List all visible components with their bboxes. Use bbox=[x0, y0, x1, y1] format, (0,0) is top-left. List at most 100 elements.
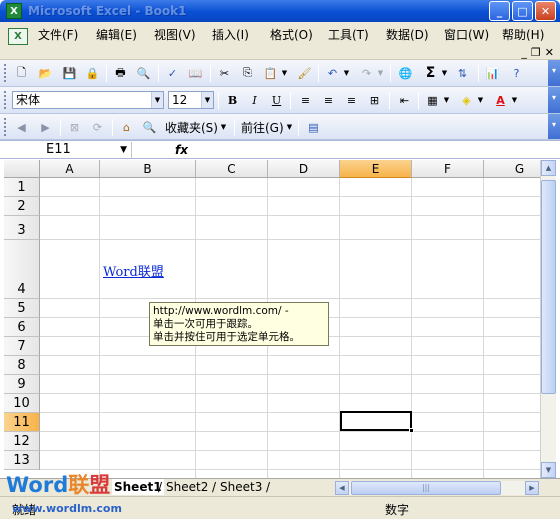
column-header-b[interactable]: B bbox=[100, 160, 196, 178]
permission-icon[interactable]: 🔒 bbox=[84, 65, 101, 81]
redo-dropdown-icon[interactable]: ▼ bbox=[376, 65, 385, 81]
save-icon[interactable]: 💾 bbox=[61, 65, 78, 81]
row-header-7[interactable]: 7 bbox=[4, 337, 40, 356]
merge-center-icon[interactable]: ⊞ bbox=[366, 92, 383, 108]
search-web-icon[interactable]: 🔍 bbox=[141, 119, 158, 135]
doc-close-button[interactable]: ✕ bbox=[545, 46, 554, 59]
column-header-f[interactable]: F bbox=[412, 160, 484, 178]
menu-help[interactable]: 帮助(H) bbox=[502, 26, 544, 43]
sort-ascending-icon[interactable]: ⇅ bbox=[454, 65, 471, 81]
tab-sheet3[interactable]: Sheet3 bbox=[220, 479, 262, 495]
autosum-dropdown-icon[interactable]: ▼ bbox=[440, 65, 449, 81]
stop-icon[interactable]: ⊠ bbox=[66, 119, 83, 135]
horizontal-scrollbar[interactable]: ◀ ||| ▶ bbox=[335, 481, 539, 495]
row-header-5[interactable]: 5 bbox=[4, 299, 40, 318]
favorites-menu[interactable]: 收藏夹(S) bbox=[165, 119, 218, 136]
scroll-right-icon[interactable]: ▶ bbox=[525, 481, 539, 495]
close-button[interactable]: ✕ bbox=[535, 1, 556, 21]
excel-app-icon[interactable]: X bbox=[6, 3, 22, 19]
toolbar-options-icon[interactable]: ▾ bbox=[548, 87, 560, 113]
fill-handle[interactable] bbox=[409, 428, 414, 433]
open-icon[interactable]: 📂 bbox=[37, 65, 54, 81]
scroll-up-icon[interactable]: ▲ bbox=[541, 160, 556, 176]
paste-dropdown-icon[interactable]: ▼ bbox=[280, 65, 289, 81]
hyperlink-cell-b4[interactable]: Word联盟 bbox=[103, 261, 164, 280]
favorites-dropdown-icon[interactable]: ▼ bbox=[219, 119, 228, 135]
font-name-select[interactable]: 宋体 ▼ bbox=[12, 91, 164, 109]
menu-format[interactable]: 格式(O) bbox=[270, 26, 313, 43]
undo-dropdown-icon[interactable]: ▼ bbox=[342, 65, 351, 81]
toolbar-options-icon[interactable]: ▾ bbox=[548, 114, 560, 139]
row-header-3[interactable]: 3 bbox=[4, 216, 40, 240]
worksheet-grid[interactable]: A B C D E F G 1 2 3 4 5 6 7 8 9 10 11 12… bbox=[4, 160, 540, 478]
copy-icon[interactable]: ⎘ bbox=[239, 65, 256, 81]
undo-icon[interactable]: ↶ bbox=[324, 65, 341, 81]
home-icon[interactable]: ⌂ bbox=[118, 119, 135, 135]
row-header-8[interactable]: 8 bbox=[4, 356, 40, 375]
paste-icon[interactable]: 📋 bbox=[262, 65, 279, 81]
vertical-scroll-thumb[interactable] bbox=[541, 180, 556, 394]
horizontal-scroll-thumb[interactable]: ||| bbox=[351, 481, 501, 495]
font-color-dropdown-icon[interactable]: ▼ bbox=[510, 92, 519, 108]
align-center-icon[interactable]: ≡ bbox=[320, 92, 337, 108]
tab-sheet2[interactable]: Sheet2 bbox=[166, 479, 208, 495]
print-preview-icon[interactable]: 🔍 bbox=[135, 65, 152, 81]
row-header-4[interactable]: 4 bbox=[4, 240, 40, 299]
row-header-6[interactable]: 6 bbox=[4, 318, 40, 337]
toolbar-grip[interactable] bbox=[4, 64, 7, 82]
menu-tools[interactable]: 工具(T) bbox=[328, 26, 369, 43]
chevron-down-icon[interactable]: ▼ bbox=[120, 142, 127, 158]
workbook-icon[interactable]: X bbox=[8, 28, 28, 45]
chevron-down-icon[interactable]: ▼ bbox=[151, 92, 163, 108]
borders-dropdown-icon[interactable]: ▼ bbox=[442, 92, 451, 108]
refresh-icon[interactable]: ⟳ bbox=[89, 119, 106, 135]
redo-icon[interactable]: ↷ bbox=[358, 65, 375, 81]
column-header-d[interactable]: D bbox=[268, 160, 340, 178]
underline-icon[interactable]: U bbox=[268, 92, 285, 108]
font-color-icon[interactable]: A bbox=[492, 92, 509, 108]
align-left-icon[interactable]: ≡ bbox=[297, 92, 314, 108]
row-header-9[interactable]: 9 bbox=[4, 375, 40, 394]
row-header-11[interactable]: 11 bbox=[4, 413, 40, 432]
print-icon[interactable]: 🖶 bbox=[112, 65, 129, 81]
menu-window[interactable]: 窗口(W) bbox=[444, 26, 489, 43]
back-icon[interactable]: ◀ bbox=[13, 119, 30, 135]
scroll-down-icon[interactable]: ▼ bbox=[541, 462, 556, 478]
active-cell-e11[interactable] bbox=[340, 411, 414, 433]
bold-icon[interactable]: B bbox=[224, 92, 241, 108]
toolbar-grip[interactable] bbox=[4, 91, 7, 109]
borders-icon[interactable]: ▦ bbox=[424, 92, 441, 108]
maximize-button[interactable]: □ bbox=[512, 1, 533, 21]
menu-edit[interactable]: 编辑(E) bbox=[96, 26, 137, 43]
help-icon[interactable]: ? bbox=[508, 65, 525, 81]
menu-data[interactable]: 数据(D) bbox=[386, 26, 429, 43]
select-all-corner[interactable] bbox=[4, 160, 40, 178]
hyperlink-icon[interactable]: 🌐 bbox=[397, 65, 414, 81]
align-right-icon[interactable]: ≡ bbox=[343, 92, 360, 108]
research-icon[interactable]: 📖 bbox=[187, 65, 204, 81]
spelling-icon[interactable]: ✓ bbox=[164, 65, 181, 81]
toolbar-grip[interactable] bbox=[4, 118, 7, 136]
menu-insert[interactable]: 插入(I) bbox=[212, 26, 249, 43]
menu-view[interactable]: 视图(V) bbox=[154, 26, 196, 43]
tab-sheet1[interactable]: Sheet1 bbox=[112, 479, 164, 495]
column-header-a[interactable]: A bbox=[40, 160, 100, 178]
fill-color-dropdown-icon[interactable]: ▼ bbox=[476, 92, 485, 108]
column-header-c[interactable]: C bbox=[196, 160, 268, 178]
decrease-indent-icon[interactable]: ⇤ bbox=[396, 92, 413, 108]
menu-file[interactable]: 文件(F) bbox=[38, 26, 78, 43]
cut-icon[interactable]: ✂ bbox=[216, 65, 233, 81]
show-only-web-toolbar-icon[interactable]: ▤ bbox=[305, 119, 322, 135]
fill-color-icon[interactable]: ◈ bbox=[458, 92, 475, 108]
column-header-e[interactable]: E bbox=[340, 160, 412, 178]
chevron-down-icon[interactable]: ▼ bbox=[201, 92, 213, 108]
minimize-button[interactable]: _ bbox=[489, 1, 510, 21]
format-painter-icon[interactable]: 🖌 bbox=[296, 65, 313, 81]
row-header-2[interactable]: 2 bbox=[4, 197, 40, 216]
autosum-icon[interactable]: Σ bbox=[422, 65, 439, 81]
vertical-scrollbar[interactable]: ▲ ▼ bbox=[540, 160, 556, 478]
scroll-left-icon[interactable]: ◀ bbox=[335, 481, 349, 495]
goto-dropdown-icon[interactable]: ▼ bbox=[285, 119, 294, 135]
name-box[interactable]: E11 ▼ bbox=[4, 142, 132, 158]
italic-icon[interactable]: I bbox=[246, 92, 263, 108]
